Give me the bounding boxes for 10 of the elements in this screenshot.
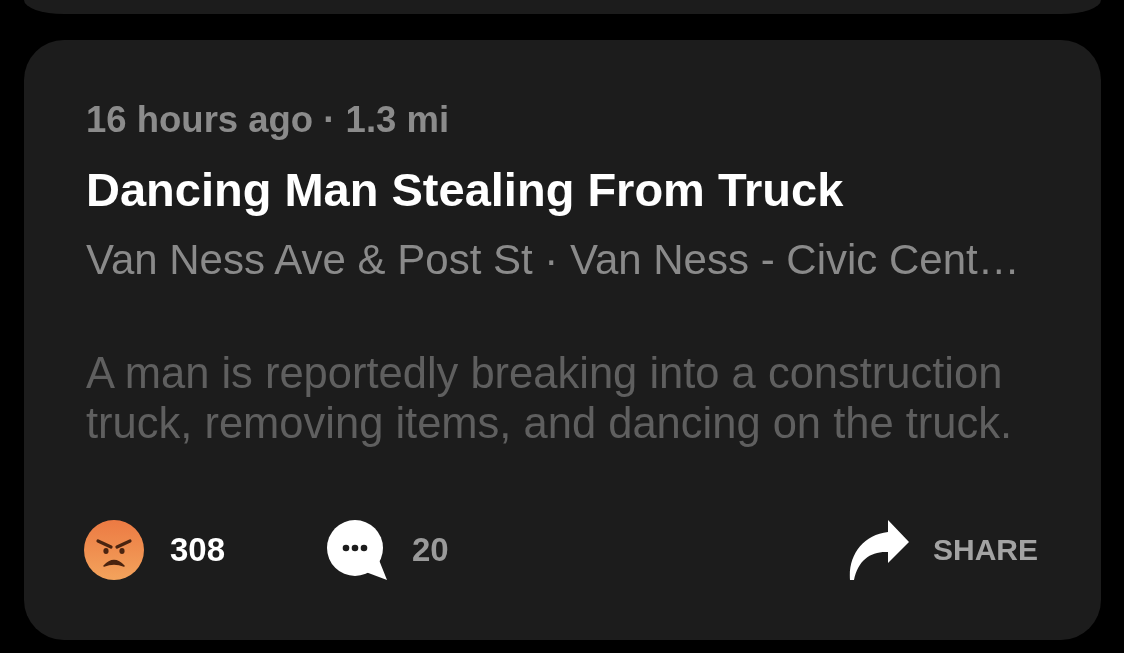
- post-meta: 16 hours ago · 1.3 mi: [86, 98, 450, 142]
- comment-button[interactable]: 20: [327, 520, 449, 580]
- reaction-button[interactable]: 308: [84, 520, 327, 580]
- post-location: Van Ness Ave & Post St · Van Ness - Civic Cent…: [86, 235, 1020, 285]
- speech-bubble-icon: [327, 520, 387, 580]
- angry-face-icon: [84, 520, 144, 580]
- share-button[interactable]: SHARE: [849, 520, 1038, 580]
- post-description: A man is reportedly breaking into a construction truck, removing items, and dancing on the truck.: [86, 349, 1014, 448]
- post-title: Dancing Man Stealing From Truck: [86, 162, 844, 218]
- share-icon: [849, 520, 909, 580]
